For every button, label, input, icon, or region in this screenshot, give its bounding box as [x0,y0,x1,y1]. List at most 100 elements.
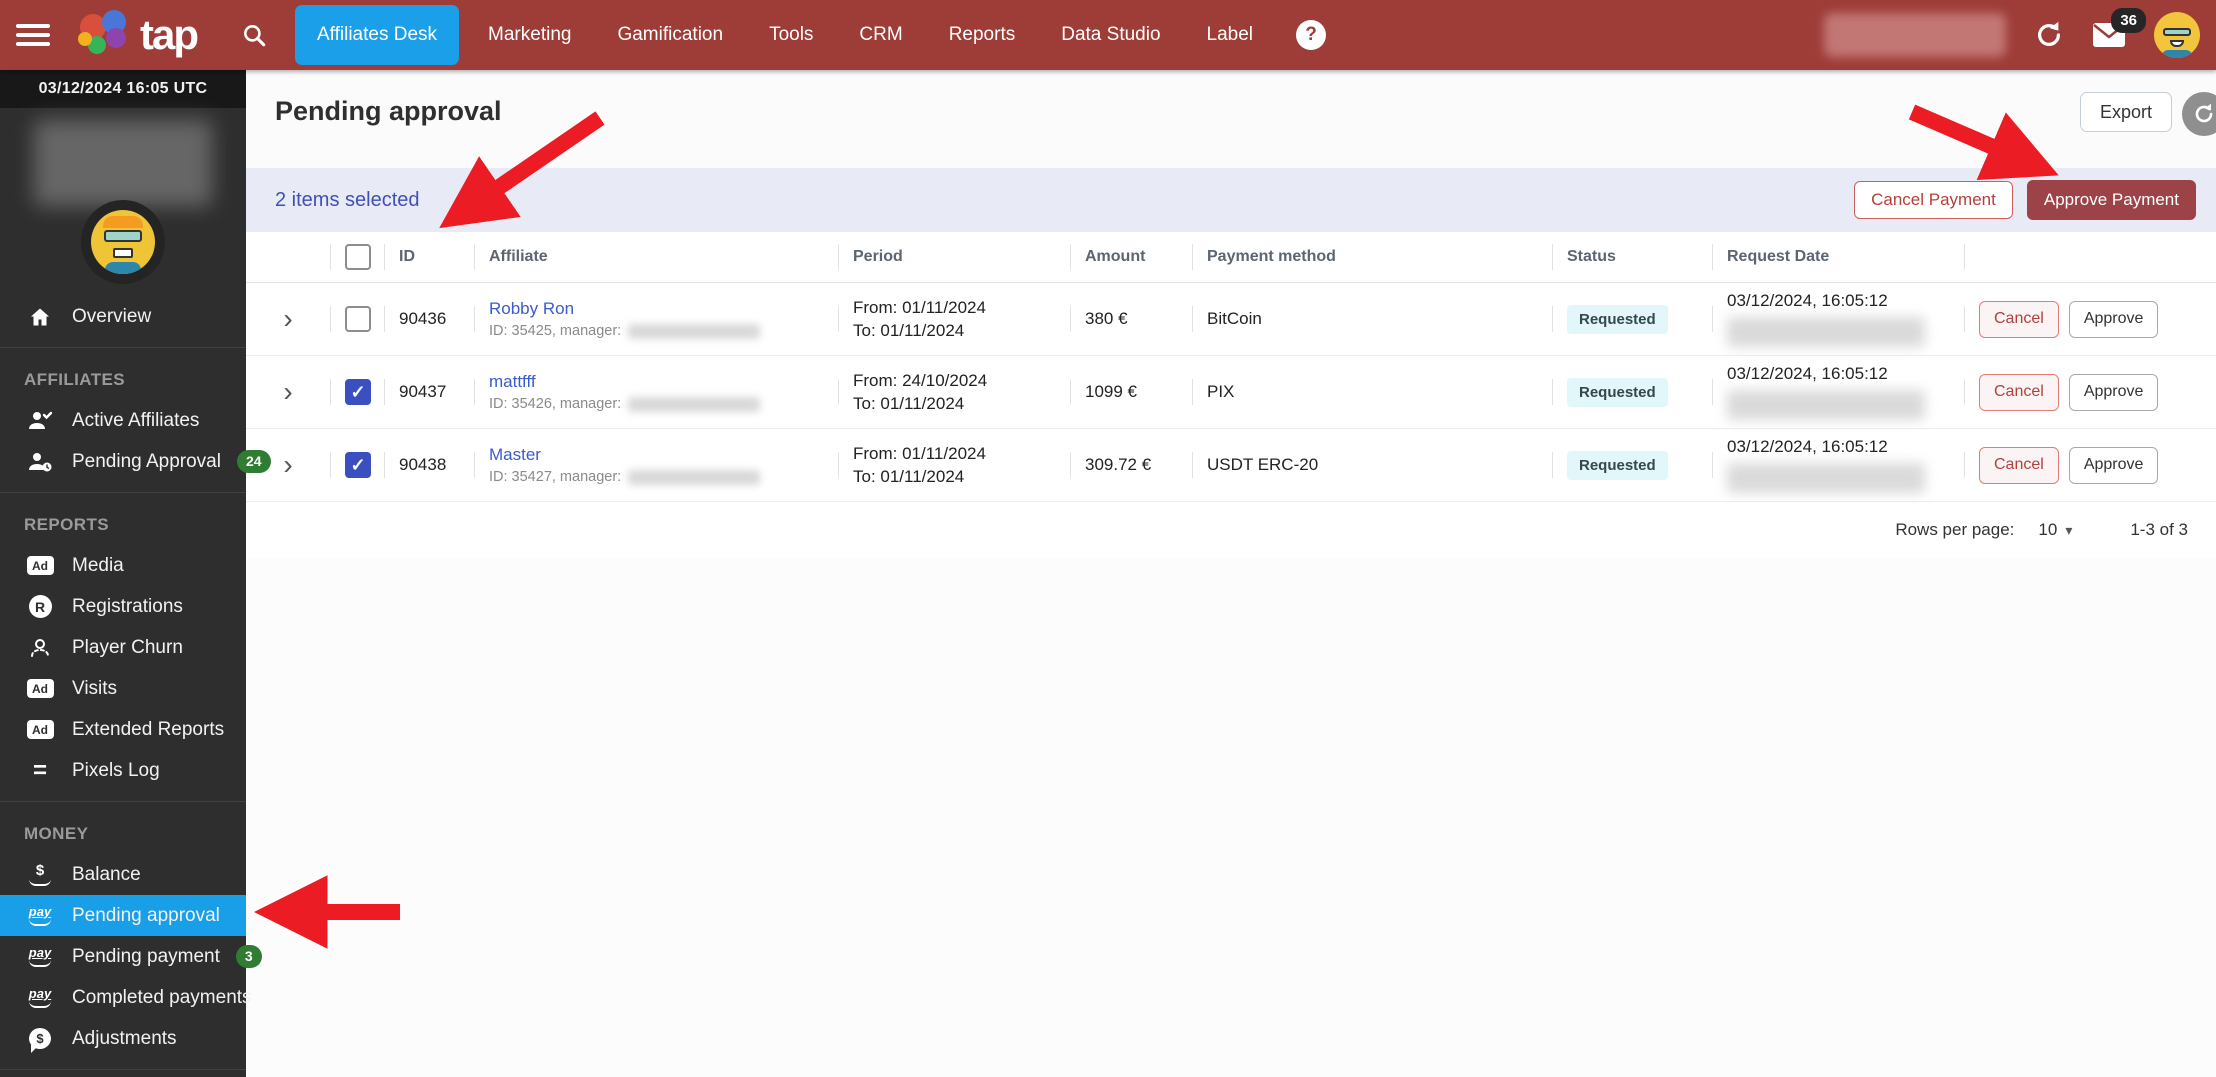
refresh-icon[interactable] [2034,20,2064,50]
export-button[interactable]: Export [2079,92,2172,132]
section-money: MONEY [24,824,89,843]
divider [0,1069,246,1070]
select-all-checkbox-cell [330,244,384,270]
table-row: › 90438 Master ID: 35427, manager: From:… [246,429,2216,502]
sidebar-item-balance[interactable]: $ Balance [0,854,246,895]
sidebar-item-registrations[interactable]: R Registrations [0,586,246,627]
divider [0,492,246,493]
divider [0,347,246,348]
sidebar-item-pixels-log[interactable]: = Pixels Log [0,750,246,791]
header-status[interactable]: Status [1552,248,1712,266]
cell-actions: Cancel Approve [1964,300,2216,338]
sidebar-item-label: Pending payment [72,945,220,967]
registered-icon: R [24,595,56,618]
row-approve-button[interactable]: Approve [2068,300,2159,338]
sidebar-item-active-affiliates[interactable]: Active Affiliates [0,400,246,441]
app-window: tap Affiliates Desk Marketing Gamificati… [0,0,2216,1077]
tab-tools[interactable]: Tools [746,0,836,70]
sidebar-item-pending-approval-money[interactable]: pay Pending approval [0,895,246,936]
rows-per-page-select[interactable]: 10 ▾ [2038,520,2072,540]
affiliate-link[interactable]: Master [489,445,838,465]
sidebar-item-extended-reports[interactable]: Ad Extended Reports [0,709,246,750]
cell-id: 90436 [384,309,474,329]
section-affiliates: AFFILIATES [24,370,125,389]
row-cancel-button[interactable]: Cancel [1979,446,2059,484]
cell-request-date: 03/12/2024, 16:05:12 [1712,291,1964,347]
tab-data-studio[interactable]: Data Studio [1038,0,1183,70]
sidebar-item-adjustments[interactable]: $ Adjustments [0,1018,246,1059]
header-id[interactable]: ID [384,248,474,266]
tab-gamification[interactable]: Gamification [594,0,746,70]
table-refresh-icon[interactable] [2182,92,2216,136]
header-affiliate[interactable]: Affiliate [474,248,838,266]
sidebar-item-label: Adjustments [72,1027,177,1049]
expand-chevron-icon[interactable]: › [283,451,292,479]
page-title: Pending approval [275,96,502,126]
tab-affiliates-desk[interactable]: Affiliates Desk [295,5,460,65]
cell-period: From: 01/11/2024 To: 01/11/2024 [838,296,1070,342]
row-approve-button[interactable]: Approve [2068,446,2159,484]
row-checkbox[interactable] [345,306,371,332]
cell-request-date: 03/12/2024, 16:05:12 [1712,364,1964,420]
navbar-right-cluster: 36 [1824,8,2216,58]
header-period[interactable]: Period [838,248,1070,266]
approve-payment-button[interactable]: Approve Payment [2026,180,2196,220]
tab-reports[interactable]: Reports [926,0,1039,70]
row-checkbox[interactable] [345,452,371,478]
row-expander-cell: › [246,378,330,406]
mail-icon[interactable]: 36 [2092,8,2146,48]
sidebar-item-pending-approval-affiliates[interactable]: Pending Approval 24 [0,441,271,482]
affiliate-sub-text: ID: 35427, manager: [489,469,622,485]
affiliate-sub-text: ID: 35425, manager: [489,323,622,339]
section-reports: REPORTS [24,515,109,534]
table-row: › 90437 mattfff ID: 35426, manager: From… [246,356,2216,429]
row-expander-cell: › [246,305,330,333]
row-checkbox-cell [330,379,384,405]
row-cancel-button[interactable]: Cancel [1979,373,2059,411]
search-icon[interactable] [241,22,267,48]
sidebar-item-completed-payments[interactable]: pay Completed payments [0,977,252,1018]
hamburger-menu-icon[interactable] [16,24,50,46]
expand-chevron-icon[interactable]: › [283,305,292,333]
tab-marketing[interactable]: Marketing [465,0,594,70]
cell-status: Requested [1552,304,1712,334]
status-badge: Requested [1567,304,1668,334]
redacted-manager-name [628,396,761,412]
expand-chevron-icon[interactable]: › [283,378,292,406]
user-avatar[interactable] [2154,12,2200,58]
cell-actions: Cancel Approve [1964,373,2216,411]
sidebar-item-player-churn[interactable]: Player Churn [0,627,246,668]
row-checkbox[interactable] [345,379,371,405]
tab-label[interactable]: Label [1184,0,1277,70]
header-payment-method[interactable]: Payment method [1192,248,1552,266]
tab-crm[interactable]: CRM [836,0,925,70]
select-all-checkbox[interactable] [345,244,371,270]
redacted-search-box[interactable] [1824,13,2006,57]
pending-approval-count-badge: 24 [236,450,271,473]
redacted-manager-name [628,469,761,485]
pay-hand-icon: pay [24,905,56,926]
cell-affiliate: mattfff ID: 35426, manager: [474,372,838,412]
cell-request-date: 03/12/2024, 16:05:12 [1712,437,1964,493]
sidebar-avatar[interactable] [91,210,155,274]
header-request-date[interactable]: Request Date [1712,248,1964,266]
cancel-payment-button[interactable]: Cancel Payment [1854,181,2013,219]
status-badge: Requested [1567,377,1668,407]
dollar-bubble-icon: $ [24,1028,56,1053]
header-amount[interactable]: Amount [1070,248,1192,266]
affiliate-link[interactable]: mattfff [489,372,838,392]
sidebar-item-overview[interactable]: Overview [0,296,246,337]
row-checkbox-cell [330,452,384,478]
pagination-range: 1-3 of 3 [2130,520,2188,539]
help-icon[interactable]: ? [1296,20,1327,50]
cell-payment-method: USDT ERC-20 [1192,455,1552,475]
sidebar-item-visits[interactable]: Ad Visits [0,668,246,709]
sidebar-item-pending-payment[interactable]: pay Pending payment 3 [0,936,262,977]
row-approve-button[interactable]: Approve [2068,373,2159,411]
row-cancel-button[interactable]: Cancel [1979,300,2059,338]
top-navbar: tap Affiliates Desk Marketing Gamificati… [0,0,2216,70]
cell-affiliate: Master ID: 35427, manager: [474,445,838,485]
affiliate-link[interactable]: Robby Ron [489,299,838,319]
sidebar-item-media[interactable]: Ad Media [0,545,246,586]
ad-icon: Ad [24,556,56,575]
